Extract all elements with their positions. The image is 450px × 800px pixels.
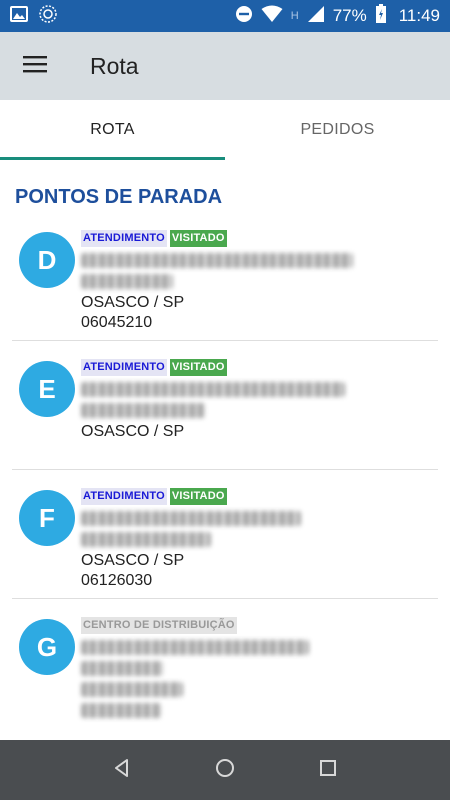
battery-icon (375, 3, 387, 29)
stops-list: D ATENDIMENTO VISITADO OSASCO / SP 06045… (12, 212, 438, 728)
menu-icon (23, 55, 47, 78)
app-bar: Rota (0, 32, 450, 100)
back-icon (112, 758, 132, 783)
stop-item[interactable]: F ATENDIMENTO VISITADO OSASCO / SP 06126… (12, 470, 438, 599)
redacted-address-line (81, 703, 161, 718)
status-badge: VISITADO (169, 359, 227, 376)
stop-badges: CENTRO DE DISTRIBUIÇÃO (81, 617, 438, 634)
stop-badges: ATENDIMENTO VISITADO (81, 359, 438, 376)
redacted-address-line (81, 661, 163, 676)
stop-avatar: D (19, 232, 75, 288)
stop-avatar: G (19, 619, 75, 675)
gallery-icon (10, 5, 28, 28)
status-bar-left (10, 4, 58, 29)
do-not-disturb-icon (235, 5, 253, 28)
network-type-label: H (290, 10, 299, 22)
tab-rota[interactable]: ROTA (0, 100, 225, 160)
status-bar: H 77% 11:49 (0, 0, 450, 32)
type-badge: ATENDIMENTO (81, 359, 167, 376)
section-title: PONTOS DE PARADA (15, 186, 223, 208)
home-button[interactable] (205, 750, 245, 790)
status-time: 11:49 (398, 6, 440, 25)
redacted-address-line (81, 511, 301, 526)
signal-icon (307, 5, 325, 28)
stop-city: OSASCO / SP (81, 423, 185, 440)
status-badge: VISITADO (169, 488, 227, 505)
home-icon (214, 757, 236, 784)
redacted-address-line (81, 532, 211, 547)
status-bar-right: H 77% 11:49 (235, 3, 440, 29)
stop-details: ATENDIMENTO VISITADO OSASCO / SP 0612603… (81, 488, 438, 591)
redacted-address-line (81, 274, 173, 289)
status-badge: VISITADO (169, 230, 227, 247)
back-button[interactable] (102, 750, 142, 790)
stop-zip: 06126030 (81, 572, 153, 589)
redacted-address-line (81, 403, 205, 418)
stop-zip: 06045210 (81, 314, 153, 331)
stop-item[interactable]: G CENTRO DE DISTRIBUIÇÃO (12, 599, 438, 728)
stop-avatar: F (19, 490, 75, 546)
stop-details: ATENDIMENTO VISITADO OSASCO / SP 0604521… (81, 230, 438, 333)
menu-button[interactable] (0, 32, 70, 100)
battery-percent: 77% (332, 6, 367, 25)
stop-city: OSASCO / SP (81, 294, 185, 311)
stop-item[interactable]: D ATENDIMENTO VISITADO OSASCO / SP 06045… (12, 212, 438, 341)
recents-button[interactable] (308, 750, 348, 790)
sync-icon (38, 4, 58, 29)
stop-avatar: E (19, 361, 75, 417)
redacted-address-line (81, 253, 353, 268)
type-badge: ATENDIMENTO (81, 230, 167, 247)
stop-item[interactable]: E ATENDIMENTO VISITADO OSASCO / SP (12, 341, 438, 470)
stop-badges: ATENDIMENTO VISITADO (81, 230, 438, 247)
redacted-address-line (81, 682, 183, 697)
stop-badges: ATENDIMENTO VISITADO (81, 488, 438, 505)
wifi-icon (261, 5, 283, 28)
stop-details: ATENDIMENTO VISITADO OSASCO / SP (81, 359, 438, 442)
tab-bar: ROTA PEDIDOS (0, 100, 450, 160)
tab-pedidos[interactable]: PEDIDOS (225, 100, 450, 160)
type-badge: CENTRO DE DISTRIBUIÇÃO (81, 617, 237, 634)
type-badge: ATENDIMENTO (81, 488, 167, 505)
stop-details: CENTRO DE DISTRIBUIÇÃO (81, 617, 438, 718)
redacted-address-line (81, 640, 309, 655)
recents-icon (318, 758, 338, 783)
redacted-address-line (81, 382, 345, 397)
system-nav-bar (0, 740, 450, 800)
page-title: Rota (90, 52, 139, 79)
stop-city: OSASCO / SP (81, 552, 185, 569)
